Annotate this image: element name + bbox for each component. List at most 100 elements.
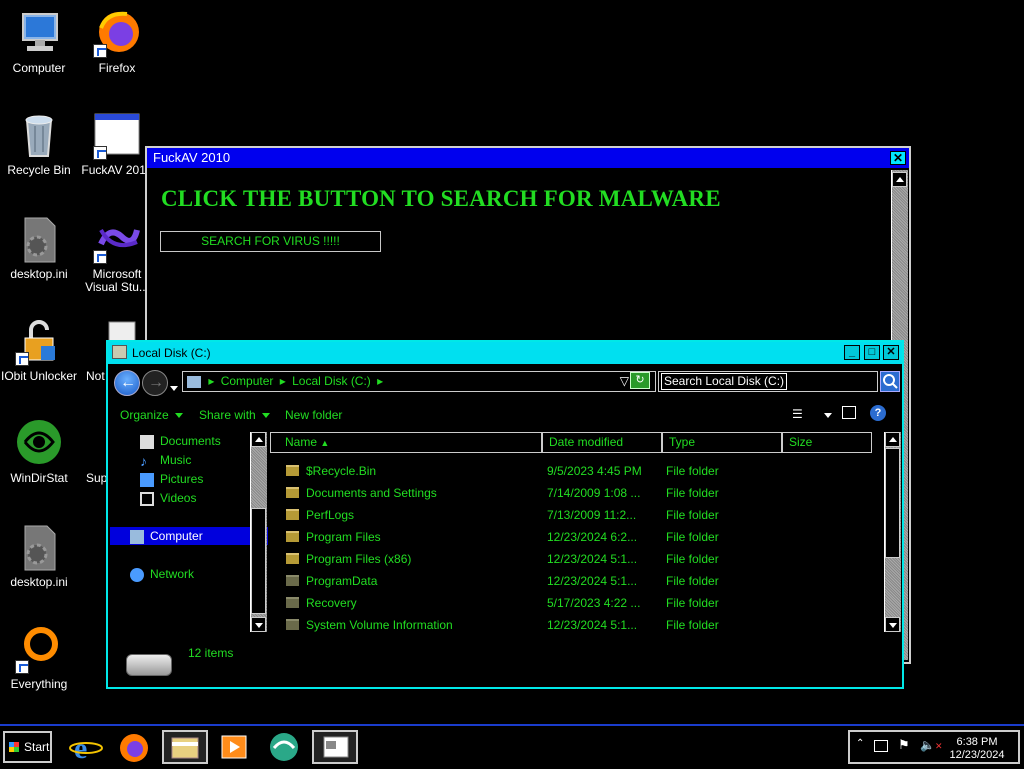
back-arrow-icon: ← [120,374,136,391]
column-header-size[interactable]: Size [782,432,872,453]
command-bar: Organize Share with New folder ☰ ? [108,402,902,428]
desktop-icon-windirstat[interactable]: WinDirStat [0,420,78,485]
scroll-down-icon[interactable] [251,617,266,632]
network-status-icon[interactable] [874,740,888,752]
shortcut-arrow-icon [15,660,29,674]
scroll-up-icon[interactable] [885,432,900,447]
drive-icon [112,345,127,359]
nav-videos[interactable]: Videos [140,489,196,507]
start-button[interactable]: Start [3,731,52,763]
windows-logo-icon [9,742,19,752]
minimize-button[interactable]: _ [844,345,860,360]
share-with-menu[interactable]: Share with [199,408,270,422]
desktop-icon-computer[interactable]: Computer [0,10,78,75]
refresh-button[interactable]: ↻ [630,372,650,389]
view-options-icon[interactable]: ☰ [792,407,803,421]
computer-icon [130,529,144,544]
breadcrumb-separator-icon: ▸ [377,374,384,388]
show-hidden-icons-icon[interactable]: ⌃ [856,738,864,749]
firefox-icon [93,10,141,58]
volume-muted-icon[interactable]: 🔈✕ [920,738,943,752]
table-row[interactable]: PerfLogs 7/13/2009 11:2... File folder [270,504,870,526]
column-header-name[interactable]: Name ▲ [270,432,542,453]
breadcrumb-local-disk[interactable]: Local Disk (C:) [292,374,371,388]
close-button[interactable]: ✕ [883,345,899,360]
nav-pictures[interactable]: Pictures [140,470,203,488]
app-icon [270,733,298,761]
forward-button[interactable]: → [142,370,168,396]
desktop-icon-everything[interactable]: Everything [0,626,78,691]
navigation-pane: Documents ♪ Music Pictures Videos Compute… [108,432,268,632]
preview-pane-icon[interactable] [842,406,856,419]
taskbar: Start e ⌃ ⚑ 🔈✕ 6:38 PM 12/23/2024 [0,724,1024,768]
action-center-flag-icon[interactable]: ⚑ [898,737,910,753]
maximize-button[interactable]: □ [864,345,880,360]
search-for-virus-button[interactable]: SEARCH FOR VIRUS !!!!! [160,231,381,252]
chevron-down-icon [261,413,270,419]
system-tray: ⌃ ⚑ 🔈✕ 6:38 PM 12/23/2024 [848,730,1020,764]
breadcrumb-computer[interactable]: Computer [221,374,274,388]
organize-menu[interactable]: Organize [120,408,183,422]
taskbar-firefox[interactable] [114,730,154,764]
search-input[interactable]: Search Local Disk (C:) [658,371,878,392]
address-dropdown-icon[interactable]: ▽ [620,372,629,391]
table-row[interactable]: Program Files (x86) 12/23/2024 5:1... File… [270,548,870,570]
computer-small-icon [187,375,201,388]
firefox-icon [120,734,148,762]
column-header-date[interactable]: Date modified [542,432,662,453]
folder-icon [286,575,299,586]
nav-music[interactable]: ♪ Music [140,451,191,469]
search-button[interactable] [880,371,900,392]
folder-icon [286,465,299,476]
table-row[interactable]: Recovery 5/17/2023 4:22 ... File folder [270,592,870,614]
desktop-icon-desktop-ini[interactable]: desktop.ini [0,216,78,281]
everything-icon [15,626,63,674]
address-row: ← → ▸ Computer ▸ Local Disk (C:) ▸ ▽ ↻ S… [110,368,900,396]
scroll-down-icon[interactable] [885,617,900,632]
column-header-type[interactable]: Type [662,432,782,453]
address-bar[interactable]: ▸ Computer ▸ Local Disk (C:) ▸ ▽ [182,371,656,392]
window-title: FuckAV 2010 [153,150,231,165]
desktop-icon-iobit-unlocker[interactable]: IObit Unlocker [0,318,78,383]
table-row[interactable]: ProgramData 12/23/2024 5:1... File folder [270,570,870,592]
table-row[interactable]: $Recycle.Bin 9/5/2023 4:45 PM File folder [270,460,870,482]
taskbar-fuckav[interactable] [312,730,358,764]
breadcrumb-separator-icon: ▸ [208,374,215,388]
fuckav-titlebar[interactable]: FuckAV 2010 ✕ [147,148,909,168]
clock[interactable]: 6:38 PM 12/23/2024 [942,736,1012,762]
new-folder-button[interactable]: New folder [285,408,342,422]
back-button[interactable]: ← [114,370,140,396]
scroll-up-icon[interactable] [251,432,266,447]
taskbar-internet-explorer[interactable]: e [66,730,106,765]
desktop-icon-desktop-ini[interactable]: desktop.ini [0,524,78,589]
close-button[interactable]: ✕ [890,151,906,165]
nav-documents[interactable]: Documents [140,432,221,450]
forward-arrow-icon: → [148,374,164,391]
shortcut-arrow-icon [93,250,107,264]
scroll-thumb[interactable] [251,508,266,614]
taskbar-media-player[interactable] [214,730,254,764]
recent-pages-dropdown[interactable] [170,380,178,398]
explorer-titlebar[interactable]: Local Disk (C:) _ □ ✕ [108,342,902,364]
scroll-up-icon[interactable] [892,172,907,187]
file-list-scrollbar[interactable] [884,432,901,632]
desktop-icon-recycle-bin[interactable]: Recycle Bin [0,112,78,177]
svg-text:e: e [74,732,87,764]
nav-network[interactable]: Network [130,565,194,583]
media-player-icon [221,735,247,759]
desktop-icon-firefox[interactable]: Firefox [78,10,156,75]
table-row[interactable]: Documents and Settings 7/14/2009 1:08 ...… [270,482,870,504]
taskbar-app[interactable] [264,730,304,764]
taskbar-file-explorer[interactable] [162,730,208,764]
nav-scrollbar[interactable] [250,432,267,632]
table-row[interactable]: Program Files 12/23/2024 6:2... File folde… [270,526,870,548]
help-icon[interactable]: ? [870,405,886,421]
scroll-thumb[interactable] [885,448,900,558]
table-row[interactable]: System Volume Information 12/23/2024 5:1.… [270,614,870,636]
shortcut-arrow-icon [93,44,107,58]
fuckav-headline: CLICK THE BUTTON TO SEARCH FOR MALWARE [161,186,721,211]
view-dropdown-icon[interactable] [818,408,832,422]
nav-computer[interactable]: Computer [110,527,268,545]
desktop-icon-label: Recycle Bin [7,163,71,177]
desktop-icon-label: desktop.ini [10,267,68,281]
